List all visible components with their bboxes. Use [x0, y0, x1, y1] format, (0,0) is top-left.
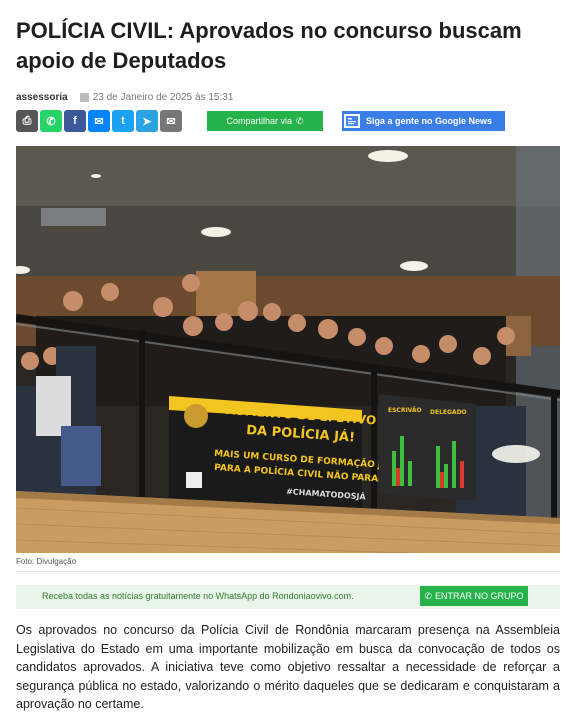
facebook-icon[interactable]: f [64, 110, 86, 132]
banner-side-delegado: DELEGADO [430, 409, 467, 416]
author-name[interactable]: assessoria [16, 92, 68, 103]
publish-date: 23 de Janeiro de 2025 às 15:31 [92, 92, 234, 103]
whatsapp-icon: ✆ [424, 590, 433, 601]
article-photo: AUMENTO DE EFETIVO DA POLÍCIA JÁ! MAIS U… [16, 146, 560, 553]
email-icon[interactable]: ✉ [160, 110, 182, 132]
messenger-icon[interactable]: ✉ [88, 110, 110, 132]
article-title: POLÍCIA CIVIL: Aprovados no concurso bus… [16, 18, 522, 73]
google-news-label: Siga a gente no Google News [366, 116, 493, 126]
share-via-whatsapp-button[interactable]: Compartilhar via ✆ [207, 111, 323, 131]
calendar-icon [79, 93, 89, 102]
share-via-label: Compartilhar via [226, 116, 292, 126]
whatsapp-icon: ✆ [295, 115, 304, 126]
print-icon[interactable]: ⎙ [16, 110, 38, 132]
whatsapp-banner: Receba todas as notícias gratuitamente n… [16, 585, 560, 609]
photo-caption: Foto: Divulgação [16, 557, 77, 566]
banner-side-escrivao: ESCRIVÃO [388, 407, 422, 414]
twitter-icon[interactable]: t [112, 110, 134, 132]
google-news-icon [344, 114, 360, 128]
telegram-icon[interactable]: ➤ [136, 110, 158, 132]
google-news-button[interactable]: Siga a gente no Google News [342, 111, 505, 131]
divider [16, 571, 560, 572]
whatsapp-banner-text: Receba todas as notícias gratuitamente n… [42, 591, 354, 601]
join-group-label: ENTRAR NO GRUPO [435, 591, 524, 601]
whatsapp-icon[interactable]: ✆ [40, 110, 62, 132]
share-icons: ⎙ ✆ f ✉ t ➤ ✉ [16, 110, 182, 132]
article-meta: assessoria 23 de Janeiro de 2025 às 15:3… [16, 92, 233, 103]
article-body: Os aprovados no concurso da Polícia Civi… [16, 623, 560, 711]
join-group-button[interactable]: ✆ ENTRAR NO GRUPO [420, 586, 528, 606]
